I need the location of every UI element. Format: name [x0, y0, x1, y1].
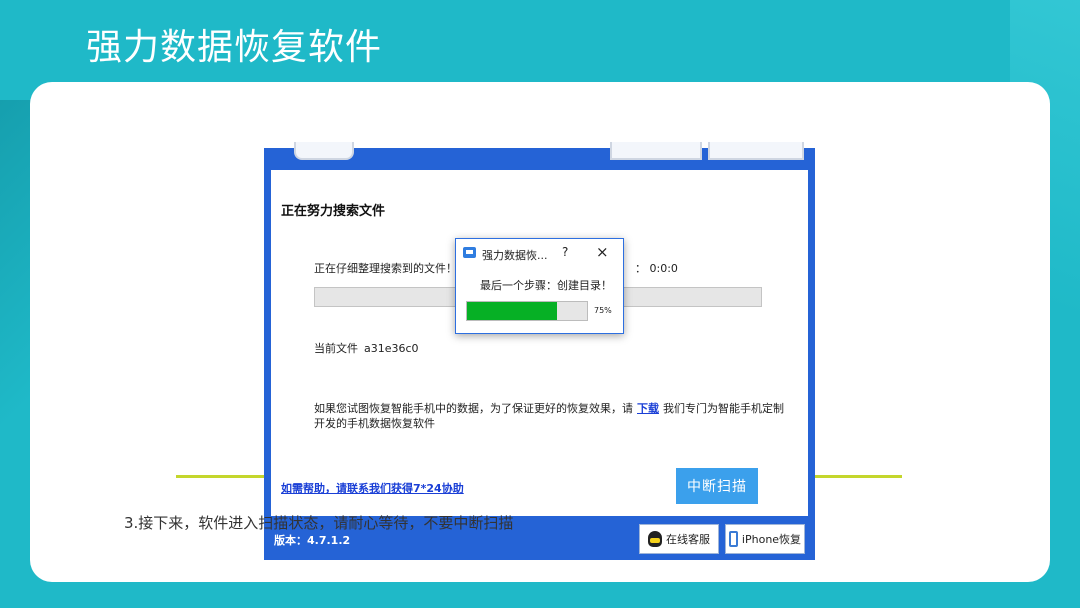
searching-label: 正在仔细整理搜索到的文件！(99 — [314, 262, 476, 275]
dialog-progress-fill — [467, 302, 557, 320]
stop-scan-button[interactable]: 中断扫描 — [676, 468, 758, 504]
online-support-label: 在线客服 — [666, 533, 710, 546]
app-window: 正在努力搜索文件 正在仔细整理搜索到的文件！(99 ： 0:0:0 当前文件 a3… — [264, 142, 815, 560]
phone-icon — [728, 531, 738, 547]
current-file: 当前文件 a31e36c0 — [314, 340, 419, 356]
version-text: 版本：4.7.1.2 — [274, 534, 351, 547]
dialog-step-text: 最后一个步骤：创建目录！ — [480, 279, 612, 292]
qq-icon — [648, 531, 662, 547]
status-title: 正在努力搜索文件 — [281, 204, 386, 219]
progress-dialog: 强力数据恢... ? × 最后一个步骤：创建目录！ 75% — [455, 238, 624, 334]
online-support-button[interactable]: 在线客服 — [639, 524, 719, 554]
help-link[interactable]: 如需帮助，请联系我们获得7*24协助 — [281, 480, 464, 496]
close-icon[interactable]: × — [596, 243, 609, 261]
slide-title: 强力数据恢复软件 — [86, 27, 383, 68]
download-link[interactable]: 下载 — [637, 402, 659, 415]
help-icon[interactable]: ? — [562, 245, 568, 259]
app-content-panel: 正在努力搜索文件 正在仔细整理搜索到的文件！(99 ： 0:0:0 当前文件 a3… — [271, 170, 808, 516]
app-toolbar — [264, 142, 815, 172]
toolbar-button[interactable] — [610, 142, 702, 160]
dialog-title: 强力数据恢... — [482, 249, 548, 262]
app-logo-icon — [463, 247, 476, 258]
smartphone-notice: 如果您试图恢复智能手机中的数据，为了保证更好的恢复效果，请 下载 我们专门为智能手机… — [314, 401, 784, 431]
current-file-value: a31e36c0 — [364, 342, 419, 355]
current-file-label: 当前文件 — [314, 342, 358, 355]
notice-prefix: 如果您试图恢复智能手机中的数据，为了保证更好的恢复效果，请 — [314, 402, 633, 415]
iphone-recovery-label: iPhone恢复 — [741, 533, 802, 546]
toolbar-button[interactable] — [708, 142, 804, 160]
dialog-progress-bar — [466, 301, 588, 321]
toolbar-tab[interactable] — [294, 142, 354, 160]
dialog-title-bar[interactable]: 强力数据恢... ? × — [456, 239, 623, 269]
elapsed-time: ： 0:0:0 — [635, 262, 678, 275]
iphone-recovery-button[interactable]: iPhone恢复 — [725, 524, 805, 554]
dialog-percent: 75% — [594, 306, 612, 315]
slide-caption: 3.接下来，软件进入扫描状态，请耐心等待，不要中断扫描 — [124, 514, 514, 532]
